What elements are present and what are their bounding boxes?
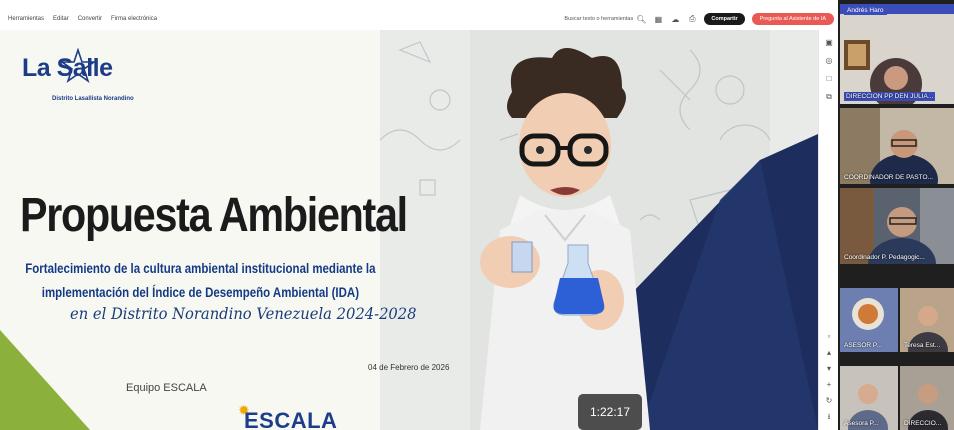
pages-icon[interactable]: ⧉	[824, 92, 834, 102]
participant-name: Teresa Est...	[904, 342, 941, 349]
logo-subtitle: Distrito Lasallista Norandino	[52, 96, 134, 102]
page-number-icon[interactable]: ▫	[824, 332, 834, 342]
menu-item-tools[interactable]: Herramientas	[8, 16, 44, 22]
link-icon[interactable]: ◎	[824, 56, 834, 66]
pdf-side-tools: ▣ ◎ □ ⧉ ▫ ▴ ▾ + ↻ ⭳	[818, 30, 838, 430]
slide-title: Propuesta Ambiental	[20, 189, 408, 242]
escala-logo: ESCALA	[244, 408, 338, 430]
participant-name: Asesora P...	[844, 420, 879, 427]
search-tools[interactable]: Buscar texto o herramientas 🔍︎	[564, 15, 646, 24]
menu-item-convert[interactable]: Convertir	[78, 16, 102, 22]
participant-tile[interactable]: Asesora P...	[840, 366, 898, 430]
participant-tile[interactable]: Andrés Haro DIRECCION PP DEN JULIA...	[840, 4, 954, 104]
menu-item-esign[interactable]: Firma electrónica	[111, 16, 157, 22]
participant-tile[interactable]: COORDINADOR DE PASTO...	[840, 108, 954, 184]
zoom-in-icon[interactable]: +	[824, 380, 834, 390]
print-icon[interactable]: ⎙	[687, 14, 697, 24]
search-icon: 🔍︎	[636, 14, 647, 24]
search-label: Buscar texto o herramientas	[564, 16, 634, 22]
page-down-icon[interactable]: ▾	[824, 364, 834, 374]
team-label: Equipo ESCALA	[126, 382, 207, 394]
meeting-window: Herramientas Editar Convertir Firma elec…	[0, 0, 954, 430]
presentation-slide: La Salle Distrito Lasallista Norandino P…	[0, 30, 818, 430]
pdf-menu: Herramientas Editar Convertir Firma elec…	[8, 16, 157, 22]
participant-video	[840, 108, 954, 184]
save-icon[interactable]: ⭳	[824, 412, 834, 422]
pdf-toolbar: Herramientas Editar Convertir Firma elec…	[0, 8, 838, 30]
logo-text: La Salle	[22, 54, 113, 82]
refresh-icon[interactable]: ↻	[824, 396, 834, 406]
slide-date: 04 de Febrero de 2026	[368, 363, 450, 372]
pdf-actions: Buscar texto o herramientas 🔍︎ ▦ ☁ ⎙ Com…	[564, 13, 834, 25]
comment-icon[interactable]: ▣	[824, 38, 834, 48]
recording-timer: 1:22:17	[578, 394, 642, 430]
participant-tile[interactable]: Coordinador P. Pedagogic...	[840, 188, 954, 264]
participant-name: COORDINADOR DE PASTO...	[844, 174, 933, 181]
shared-screen: Herramientas Editar Convertir Firma elec…	[0, 0, 838, 430]
participant-tile[interactable]: Teresa Est...	[900, 288, 954, 352]
participant-name: ASESOR P...	[844, 342, 882, 349]
participants-gallery: Andrés Haro DIRECCION PP DEN JULIA... CO…	[838, 0, 954, 430]
ai-assistant-button[interactable]: Pregunta al Asistente de IA	[751, 13, 834, 25]
cloud-icon[interactable]: ☁	[670, 15, 680, 24]
page-up-icon[interactable]: ▴	[824, 348, 834, 358]
participant-name: DIRECCION PP DEN JULIA...	[844, 92, 936, 101]
participant-tile[interactable]: DIRECCIO...	[900, 366, 954, 430]
participant-tile[interactable]: ASESOR P...	[840, 288, 898, 352]
grid-icon[interactable]: ▦	[653, 15, 663, 24]
menu-item-edit[interactable]: Editar	[53, 16, 69, 22]
participant-name: DIRECCIO...	[904, 420, 942, 427]
slide-subtitle: Fortalecimiento de la cultura ambiental …	[25, 260, 376, 300]
bookmark-icon[interactable]: □	[824, 74, 834, 84]
participant-video	[840, 4, 954, 104]
lasalle-logo: La Salle Distrito Lasallista Norandino	[22, 48, 162, 110]
participant-name: Coordinador P. Pedagogic...	[844, 254, 925, 261]
slide-script-line: en el Distrito Norandino Venezuela 2024-…	[70, 304, 417, 323]
share-button[interactable]: Compartir	[704, 13, 745, 25]
participant-video	[840, 188, 954, 264]
participant-name: Andrés Haro	[844, 6, 887, 15]
